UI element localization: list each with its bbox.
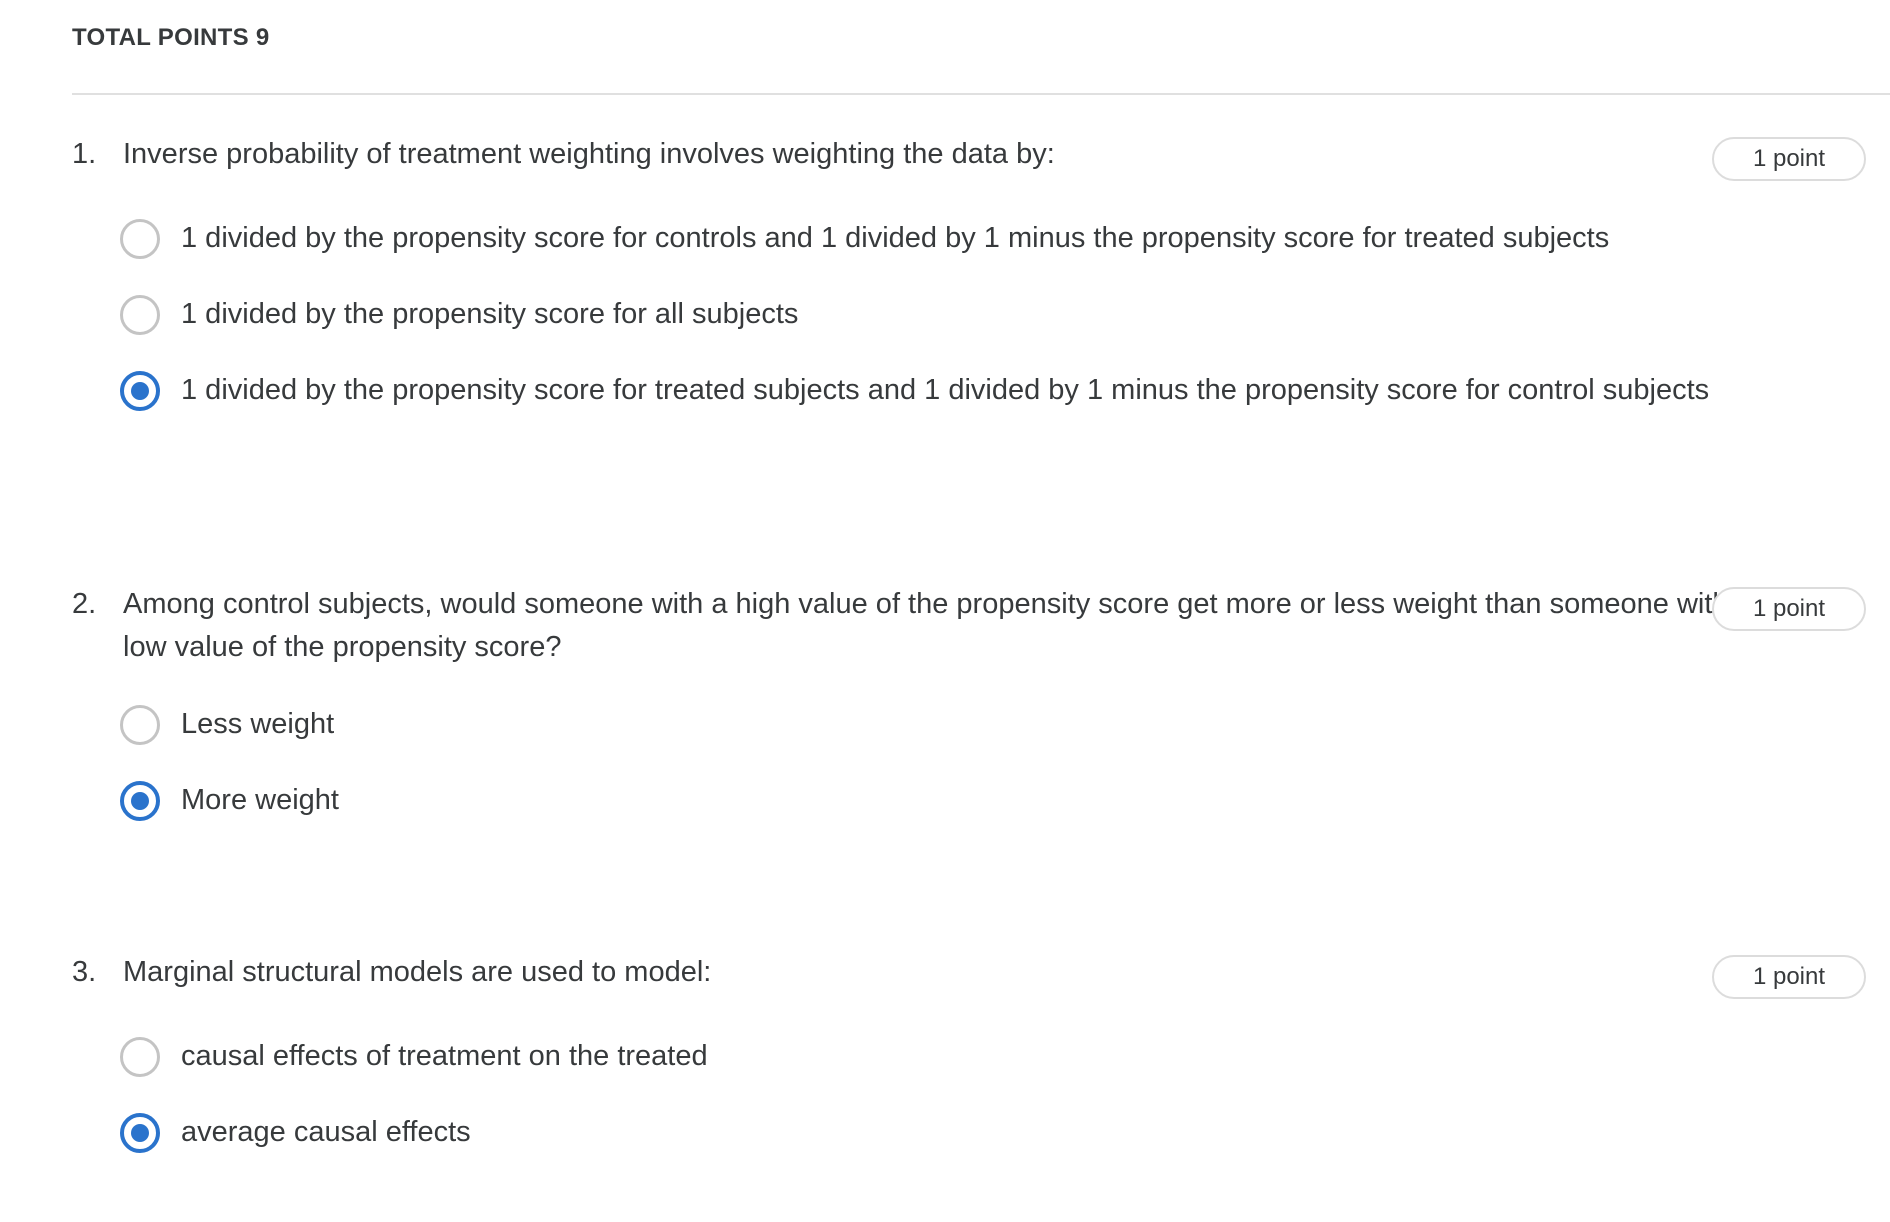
answer-option-label[interactable]: causal effects of treatment on the treat…	[181, 1035, 1761, 1078]
answer-option-label[interactable]: 1 divided by the propensity score for tr…	[181, 369, 1741, 412]
question-text: Inverse probability of treatment weighti…	[123, 138, 1055, 170]
answer-option-label[interactable]: 1 divided by the propensity score for al…	[181, 293, 1761, 336]
header-divider	[72, 93, 1890, 95]
radio-button[interactable]	[120, 295, 160, 335]
points-badge: 1 point	[1712, 955, 1866, 999]
points-badge: 1 point	[1712, 137, 1866, 181]
question-text: Marginal structural models are used to m…	[123, 956, 712, 988]
points-badge: 1 point	[1712, 587, 1866, 631]
question-number: 1.	[72, 138, 97, 170]
total-points-heading: TOTAL POINTS 9	[72, 24, 270, 51]
question-number: 3.	[72, 956, 97, 988]
radio-button[interactable]	[120, 705, 160, 745]
radio-button[interactable]	[120, 219, 160, 259]
answer-option-label[interactable]: Less weight	[181, 703, 1761, 746]
radio-button-selected[interactable]	[120, 1113, 160, 1153]
answer-option-label[interactable]: More weight	[181, 779, 1761, 822]
question-text: Among control subjects, would someone wi…	[123, 588, 1753, 663]
radio-button-selected[interactable]	[120, 781, 160, 821]
radio-button[interactable]	[120, 1037, 160, 1077]
question-number: 2.	[72, 588, 97, 620]
answer-option-label[interactable]: average causal effects	[181, 1111, 1761, 1154]
radio-button-selected[interactable]	[120, 371, 160, 411]
answer-option-label[interactable]: 1 divided by the propensity score for co…	[181, 217, 1761, 260]
